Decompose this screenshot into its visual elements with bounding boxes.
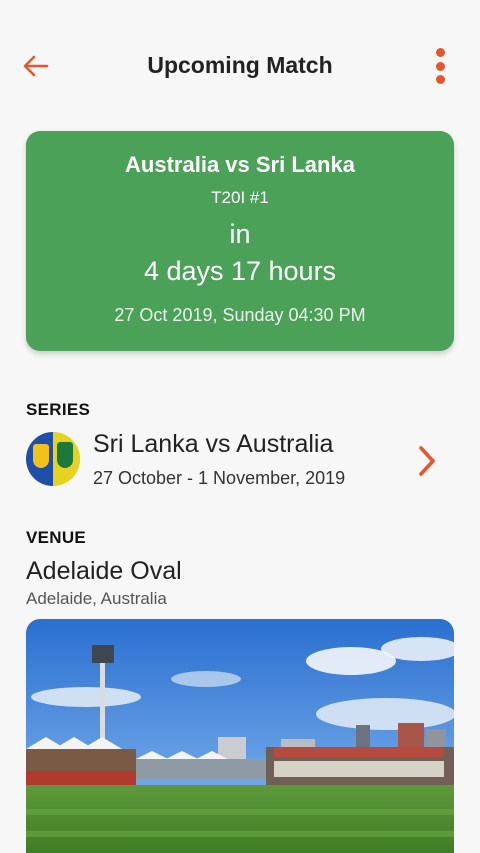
venue-section-label: VENUE xyxy=(26,528,87,547)
series-item[interactable]: Sri Lanka vs Australia 27 October - 1 No… xyxy=(26,428,454,498)
venue-location: Adelaide, Australia xyxy=(26,589,167,608)
more-options-button[interactable] xyxy=(430,44,450,88)
app-bar: Upcoming Match xyxy=(0,0,480,130)
match-datetime: 27 Oct 2019, Sunday 04:30 PM xyxy=(114,305,366,325)
series-name: Sri Lanka vs Australia xyxy=(93,430,334,458)
venue-name: Adelaide Oval xyxy=(26,557,182,585)
more-vertical-icon xyxy=(435,48,445,57)
match-number: T20I #1 xyxy=(211,188,269,207)
venue-photo xyxy=(26,619,454,853)
match-countdown-card[interactable]: Australia vs Sri Lanka T20I #1 in 4 days… xyxy=(26,131,454,351)
match-teams: Australia vs Sri Lanka xyxy=(125,152,355,177)
page-title: Upcoming Match xyxy=(147,52,333,78)
series-section-label: SERIES xyxy=(26,400,91,419)
series-dates: 27 October - 1 November, 2019 xyxy=(93,468,346,488)
countdown-value: 4 days 17 hours xyxy=(143,256,337,286)
series-logo-icon xyxy=(26,432,80,486)
countdown-prefix: in xyxy=(229,219,251,249)
chevron-right-icon xyxy=(419,446,435,476)
